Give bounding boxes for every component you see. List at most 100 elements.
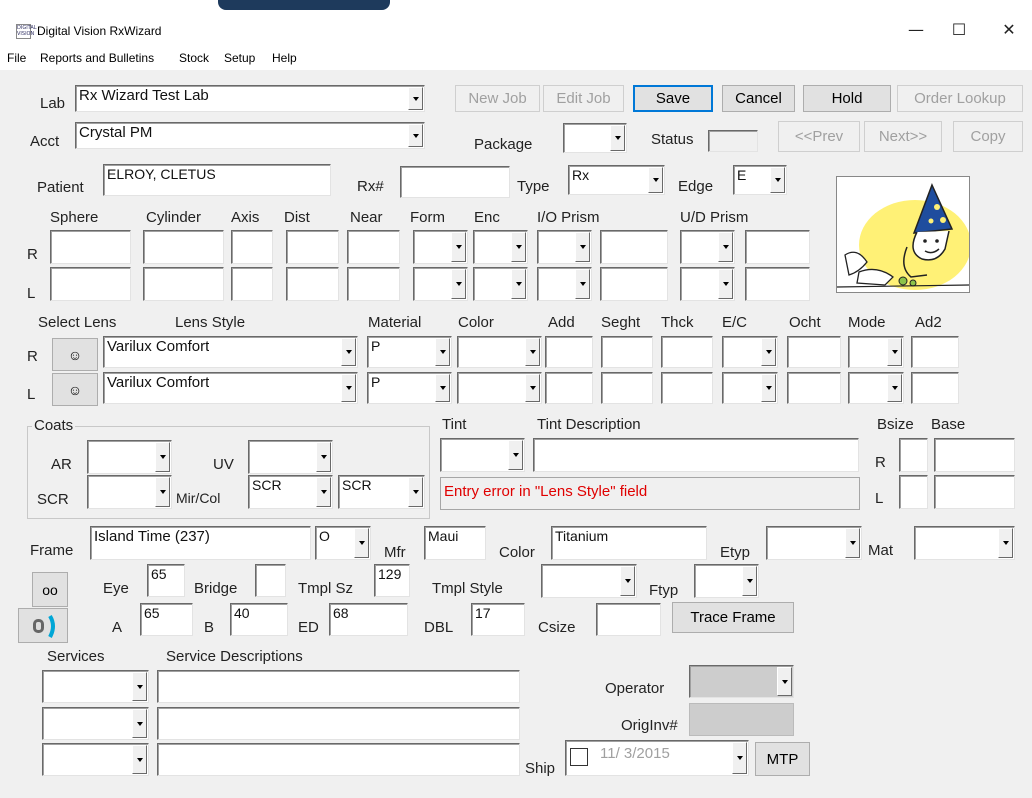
axis-l-field[interactable] xyxy=(231,267,273,301)
tracer-button[interactable] xyxy=(18,608,68,643)
glasses-button[interactable]: oo xyxy=(32,572,68,607)
chevron-down-icon[interactable] xyxy=(354,528,369,558)
chevron-down-icon[interactable] xyxy=(718,232,733,262)
sphere-r-field[interactable] xyxy=(50,230,131,264)
color-r-combo[interactable] xyxy=(457,336,542,368)
menu-help[interactable]: Help xyxy=(272,51,297,65)
app-icon[interactable]: DIGITAL VISION xyxy=(16,24,37,39)
chevron-down-icon[interactable] xyxy=(742,566,757,596)
hold-button[interactable]: Hold xyxy=(803,85,891,112)
form-l-combo[interactable] xyxy=(413,267,468,301)
bridge-field[interactable] xyxy=(255,564,286,597)
chevron-down-icon[interactable] xyxy=(511,269,526,299)
service-combo-2[interactable] xyxy=(42,707,149,740)
chevron-down-icon[interactable] xyxy=(316,442,331,472)
thck-r-field[interactable] xyxy=(661,336,713,368)
mircol-combo-2[interactable]: SCR xyxy=(338,475,425,509)
minimize-button[interactable]: — xyxy=(893,14,939,46)
frame-field[interactable]: Island Time (237) xyxy=(90,526,311,560)
chevron-down-icon[interactable] xyxy=(887,374,902,402)
chevron-down-icon[interactable] xyxy=(770,167,785,193)
bsize-l-field[interactable] xyxy=(899,475,928,509)
chevron-down-icon[interactable] xyxy=(408,477,423,507)
chevron-down-icon[interactable] xyxy=(408,124,423,147)
chevron-down-icon[interactable] xyxy=(648,167,663,193)
save-button[interactable]: Save xyxy=(633,85,713,112)
service-combo-1[interactable] xyxy=(42,670,149,703)
operator-combo[interactable] xyxy=(689,665,794,698)
near-r-field[interactable] xyxy=(347,230,400,264)
package-combo[interactable] xyxy=(563,123,627,153)
add-l-field[interactable] xyxy=(545,372,593,404)
etyp-combo[interactable] xyxy=(766,526,862,560)
cancel-button[interactable]: Cancel xyxy=(722,85,795,112)
bsize-r-field[interactable] xyxy=(899,438,928,472)
ad2-r-field[interactable] xyxy=(911,336,959,368)
chevron-down-icon[interactable] xyxy=(887,338,902,366)
lens-style-l-combo[interactable]: Varilux Comfort xyxy=(103,372,358,404)
seght-r-field[interactable] xyxy=(601,336,653,368)
io-prism-dir-r-combo[interactable] xyxy=(537,230,592,264)
chevron-down-icon[interactable] xyxy=(408,87,423,110)
seght-l-field[interactable] xyxy=(601,372,653,404)
next-button[interactable]: Next>> xyxy=(864,121,942,152)
csize-field[interactable] xyxy=(596,603,661,636)
menu-reports[interactable]: Reports and Bulletins xyxy=(40,51,154,65)
chevron-down-icon[interactable] xyxy=(508,440,523,470)
chevron-down-icon[interactable] xyxy=(575,232,590,262)
chevron-down-icon[interactable] xyxy=(132,745,147,774)
io-prism-dir-l-combo[interactable] xyxy=(537,267,592,301)
tint-combo[interactable] xyxy=(440,438,525,472)
mode-l-combo[interactable] xyxy=(848,372,904,404)
prev-button[interactable]: <<Prev xyxy=(778,121,860,152)
ed-field[interactable]: 68 xyxy=(329,603,408,636)
chevron-down-icon[interactable] xyxy=(525,374,540,402)
chevron-down-icon[interactable] xyxy=(620,566,635,596)
dbl-field[interactable]: 17 xyxy=(471,603,525,636)
ud-prism-dir-r-combo[interactable] xyxy=(680,230,735,264)
chevron-down-icon[interactable] xyxy=(718,269,733,299)
chevron-down-icon[interactable] xyxy=(761,338,776,366)
chevron-down-icon[interactable] xyxy=(155,442,170,472)
ship-date-picker[interactable]: 11/ 3/2015 xyxy=(565,740,749,776)
chevron-down-icon[interactable] xyxy=(132,709,147,738)
select-lens-r-button[interactable]: ☺ xyxy=(52,338,98,371)
close-button[interactable]: ✕ xyxy=(986,14,1032,46)
mat-combo[interactable] xyxy=(914,526,1015,560)
ocht-r-field[interactable] xyxy=(787,336,841,368)
ocht-l-field[interactable] xyxy=(787,372,841,404)
rx-number-field[interactable] xyxy=(400,166,510,198)
ar-combo[interactable] xyxy=(87,440,172,474)
cylinder-r-field[interactable] xyxy=(143,230,224,264)
cylinder-l-field[interactable] xyxy=(143,267,224,301)
maximize-button[interactable]: ☐ xyxy=(936,14,982,46)
order-lookup-button[interactable]: Order Lookup xyxy=(897,85,1023,112)
ship-checkbox[interactable] xyxy=(570,748,588,766)
chevron-down-icon[interactable] xyxy=(316,477,331,507)
type-combo[interactable]: Rx xyxy=(568,165,665,195)
form-r-combo[interactable] xyxy=(413,230,468,264)
chevron-down-icon[interactable] xyxy=(732,742,747,774)
axis-r-field[interactable] xyxy=(231,230,273,264)
menu-setup[interactable]: Setup xyxy=(224,51,255,65)
chevron-down-icon[interactable] xyxy=(845,528,860,558)
select-lens-l-button[interactable]: ☺ xyxy=(52,373,98,406)
chevron-down-icon[interactable] xyxy=(341,374,356,402)
service-description-3[interactable] xyxy=(157,743,520,776)
chevron-down-icon[interactable] xyxy=(451,232,466,262)
service-combo-3[interactable] xyxy=(42,743,149,776)
lab-combo[interactable]: Rx Wizard Test Lab xyxy=(75,85,425,112)
enc-l-combo[interactable] xyxy=(473,267,528,301)
ec-l-combo[interactable] xyxy=(722,372,778,404)
ud-prism-r-field[interactable] xyxy=(745,230,810,264)
uv-combo[interactable] xyxy=(248,440,333,474)
menu-stock[interactable]: Stock xyxy=(179,51,209,65)
chevron-down-icon[interactable] xyxy=(341,338,356,366)
chevron-down-icon[interactable] xyxy=(777,667,792,696)
chevron-down-icon[interactable] xyxy=(132,672,147,701)
thck-l-field[interactable] xyxy=(661,372,713,404)
ec-r-combo[interactable] xyxy=(722,336,778,368)
tint-description-field[interactable] xyxy=(533,438,859,472)
mtp-button[interactable]: MTP xyxy=(755,742,810,776)
mfr-field[interactable]: Maui xyxy=(424,526,486,560)
